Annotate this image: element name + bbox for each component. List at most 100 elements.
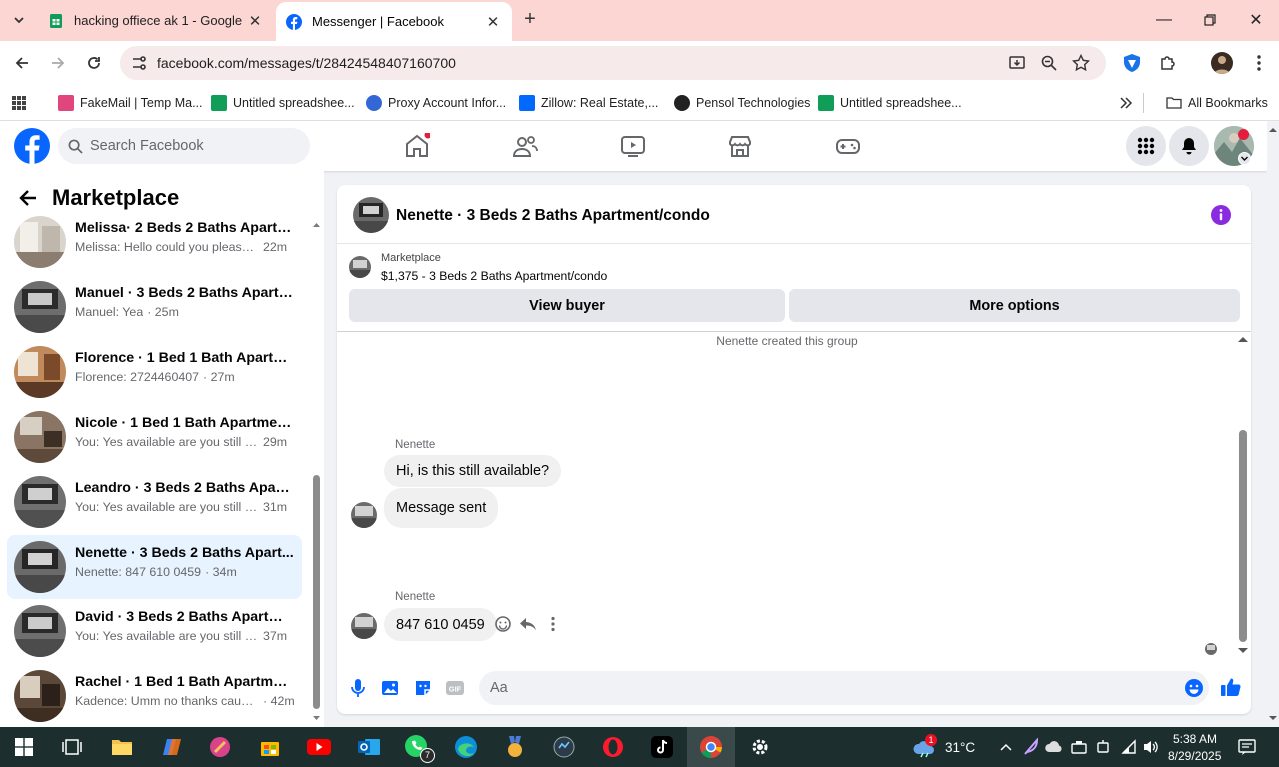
marketplace-icon[interactable] <box>727 133 753 159</box>
photo-editor-app[interactable] <box>206 733 234 761</box>
conversation-item[interactable]: Manuel · 3 Beds 2 Baths Apartm... Manuel… <box>7 275 302 339</box>
message-input[interactable] <box>479 671 1209 705</box>
youtube-app[interactable] <box>305 733 333 761</box>
settings-app[interactable] <box>746 733 774 761</box>
conversation-item[interactable]: Leandro · 3 Beds 2 Baths Apart... You: Y… <box>7 470 302 534</box>
whatsapp-app[interactable]: 7 <box>403 733 435 763</box>
puzzle-extensions-icon[interactable] <box>1158 53 1178 73</box>
gif-icon[interactable]: GIF <box>445 678 465 698</box>
back-button[interactable] <box>10 51 34 75</box>
emoji-icon[interactable] <box>1184 678 1204 698</box>
zoom-icon[interactable] <box>1040 54 1058 72</box>
reload-button[interactable] <box>82 51 106 75</box>
copilot-app[interactable] <box>158 733 186 761</box>
facebook-logo-icon[interactable] <box>14 128 50 164</box>
cloud-icon[interactable] <box>1045 739 1063 753</box>
microphone-icon[interactable] <box>348 678 368 698</box>
tab-google-sheets[interactable]: hacking offiece ak 1 - Google Sh ✕ <box>38 0 274 41</box>
chat-scrollbar[interactable] <box>1236 334 1250 656</box>
friends-icon[interactable] <box>512 133 538 159</box>
facebook-search[interactable]: Search Facebook <box>58 128 310 164</box>
opera-app[interactable] <box>599 733 627 761</box>
sticker-icon[interactable] <box>413 678 433 698</box>
bookmark-pensol[interactable]: Pensol Technologies <box>674 93 810 113</box>
page-scrollbar[interactable] <box>1267 121 1279 727</box>
volume-icon[interactable] <box>1142 739 1160 755</box>
edge-app[interactable] <box>452 733 480 761</box>
conversation-item[interactable]: David · 3 Beds 2 Baths Apartme... You: Y… <box>7 599 302 663</box>
info-icon[interactable] <box>1211 205 1231 225</box>
bookmark-untitled-spreadsheet-2[interactable]: Untitled spreadshee... <box>818 93 962 113</box>
message-bubble[interactable]: Hi, is this still available? <box>384 455 562 487</box>
view-buyer-button[interactable]: View buyer <box>349 289 785 322</box>
battery-icon[interactable] <box>1070 739 1088 755</box>
conversation-item-selected[interactable]: Nenette · 3 Beds 2 Baths Apart... Nenett… <box>7 535 302 599</box>
outlook-app[interactable] <box>355 733 383 761</box>
more-vertical-icon[interactable] <box>544 615 562 633</box>
tiktok-app[interactable] <box>648 733 676 761</box>
photo-icon[interactable] <box>381 678 401 698</box>
microsoft-store-app[interactable] <box>256 733 284 761</box>
sender-avatar[interactable] <box>351 502 377 528</box>
close-tab-icon[interactable]: ✕ <box>484 13 502 31</box>
bookmark-untitled-spreadsheet-1[interactable]: Untitled spreadshee... <box>211 93 355 113</box>
conversation-list-scrollbar[interactable] <box>312 219 321 724</box>
conversation-item[interactable]: Nicole · 1 Bed 1 Bath Apartment... You: … <box>7 405 302 469</box>
clock-time[interactable]: 5:38 AM <box>1173 732 1217 746</box>
file-explorer-app[interactable] <box>108 733 136 761</box>
gaming-icon[interactable] <box>835 133 861 159</box>
install-app-icon[interactable] <box>1008 54 1026 72</box>
weather-widget[interactable]: 1 <box>912 734 938 758</box>
feather-icon[interactable] <box>1023 738 1039 756</box>
device-icon[interactable] <box>1096 739 1110 755</box>
chevron-double-right-icon[interactable] <box>1118 95 1134 111</box>
react-emoji-icon[interactable] <box>494 615 512 633</box>
task-view-button[interactable] <box>58 733 86 761</box>
forward-button[interactable] <box>46 51 70 75</box>
reply-icon[interactable] <box>519 615 537 633</box>
menu-button[interactable] <box>1126 126 1166 166</box>
chevron-up-icon[interactable] <box>999 741 1013 753</box>
chrome-app-active[interactable] <box>687 727 735 767</box>
home-icon[interactable] <box>404 133 430 159</box>
arrow-left-icon[interactable] <box>18 188 38 208</box>
bookmark-proxy-account[interactable]: Proxy Account Infor... <box>366 93 506 113</box>
minimize-button[interactable]: — <box>1141 0 1187 40</box>
restore-button[interactable] <box>1187 0 1233 40</box>
more-options-button[interactable]: More options <box>789 289 1240 322</box>
bookmark-star-icon[interactable] <box>1072 54 1090 72</box>
close-tab-icon[interactable]: ✕ <box>246 12 264 30</box>
all-bookmarks[interactable]: All Bookmarks <box>1166 93 1268 113</box>
shield-extension-icon[interactable] <box>1122 53 1142 73</box>
chat-title[interactable]: Nenette · 3 Beds 2 Baths Apartment/condo <box>396 207 710 225</box>
new-tab-button[interactable]: + <box>520 9 540 30</box>
notification-center-icon[interactable] <box>1238 738 1256 756</box>
badge-app[interactable] <box>501 733 529 761</box>
account-chevron[interactable] <box>1238 152 1251 165</box>
profile-avatar[interactable] <box>1211 52 1233 74</box>
start-button[interactable] <box>10 733 38 761</box>
tab-messenger[interactable]: Messenger | Facebook ✕ <box>276 2 512 41</box>
message-bubble[interactable]: 847 610 0459 <box>384 608 497 641</box>
wifi-icon[interactable] <box>1120 739 1138 755</box>
sender-avatar[interactable] <box>351 613 377 639</box>
site-info-icon[interactable] <box>130 54 148 72</box>
chat-avatar[interactable] <box>353 197 389 233</box>
bookmark-zillow[interactable]: Zillow: Real Estate,... <box>519 93 658 113</box>
listing-title[interactable]: $1,375 - 3 Beds 2 Baths Apartment/condo <box>381 269 607 283</box>
more-vertical-icon[interactable] <box>1249 53 1269 73</box>
message-bubble[interactable]: Message sent <box>384 488 499 528</box>
clock-date[interactable]: 8/29/2025 <box>1168 749 1221 763</box>
bookmark-fakemail[interactable]: FakeMail | Temp Ma... <box>58 93 203 113</box>
apps-grid-icon[interactable] <box>11 95 27 111</box>
close-window-button[interactable]: ✕ <box>1233 0 1279 40</box>
conversation-item[interactable]: Rachel · 1 Bed 1 Bath Apartment... Kaden… <box>7 664 302 728</box>
notifications-button[interactable] <box>1169 126 1209 166</box>
conversation-item[interactable]: Florence · 1 Bed 1 Bath Apartme... Flore… <box>7 340 302 404</box>
thumbs-up-icon[interactable] <box>1220 676 1242 698</box>
privacy-app[interactable] <box>550 733 578 761</box>
video-icon[interactable] <box>620 133 646 159</box>
tab-search-button[interactable] <box>6 8 32 32</box>
conversation-item[interactable]: Melissa· 2 Beds 2 Baths Apartm... Meliss… <box>7 210 302 274</box>
address-bar[interactable]: facebook.com/messages/t/2842454840716070… <box>120 46 1106 80</box>
